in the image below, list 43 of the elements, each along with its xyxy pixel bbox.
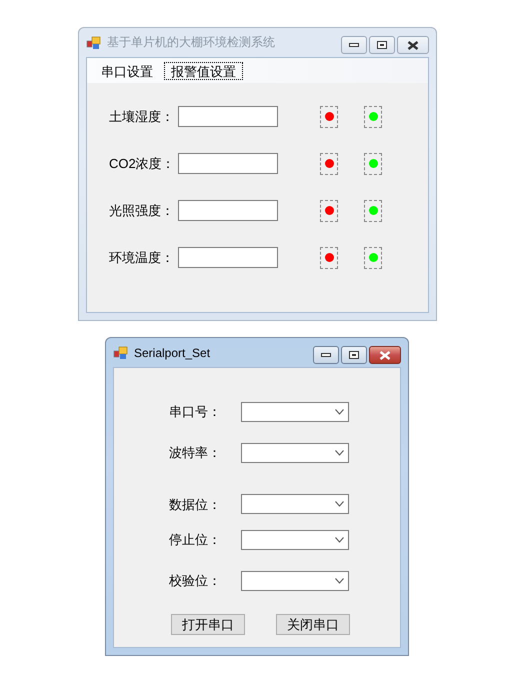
minimize-icon	[349, 42, 359, 48]
dropdown-field[interactable]	[241, 402, 349, 422]
field-label: 停止位：	[169, 530, 222, 548]
field-label: 数据位：	[169, 496, 222, 514]
field-label: 环境温度：	[109, 248, 175, 266]
window-title: 基于单片机的大棚环境检测系统	[107, 34, 276, 51]
chevron-down-icon	[335, 450, 344, 456]
close-button[interactable]	[397, 36, 429, 54]
menu-item[interactable]: 报警值设置	[164, 62, 243, 80]
chevron-down-icon	[335, 578, 344, 584]
minimize-icon	[321, 352, 331, 358]
maximize-icon	[349, 351, 359, 359]
close-icon	[407, 40, 419, 50]
field-label: 校验位：	[169, 572, 222, 590]
chevron-down-icon	[335, 501, 344, 507]
maximize-icon	[377, 41, 387, 49]
push-button[interactable]: 关闭串口	[276, 614, 350, 635]
field-label: 串口号：	[169, 402, 222, 420]
menu-item[interactable]: 串口设置	[94, 62, 160, 80]
dropdown-field[interactable]	[241, 570, 349, 590]
push-button[interactable]: 打开串口	[171, 614, 245, 635]
field-label: 土壤湿度：	[109, 108, 175, 126]
minimize-button[interactable]	[341, 36, 367, 54]
close-button[interactable]	[369, 346, 401, 364]
input-field[interactable]	[178, 153, 278, 174]
close-icon	[379, 350, 391, 360]
field-label: CO2浓度：	[109, 154, 176, 172]
maximize-button[interactable]	[341, 346, 367, 364]
field-label: 波特率：	[169, 444, 222, 462]
window-title: Serialport_Set	[134, 346, 212, 360]
minimize-button[interactable]	[313, 346, 339, 364]
app-icon	[113, 344, 129, 360]
input-field[interactable]	[178, 247, 278, 268]
dropdown-field[interactable]	[241, 530, 349, 550]
app-icon	[86, 34, 102, 50]
chevron-down-icon	[335, 536, 344, 542]
dropdown-field[interactable]	[241, 494, 349, 514]
chevron-down-icon	[335, 408, 344, 414]
maximize-button[interactable]	[369, 36, 395, 54]
dropdown-field[interactable]	[241, 442, 349, 462]
input-field[interactable]	[178, 106, 278, 127]
input-field[interactable]	[178, 200, 278, 221]
field-label: 光照强度：	[109, 202, 175, 220]
